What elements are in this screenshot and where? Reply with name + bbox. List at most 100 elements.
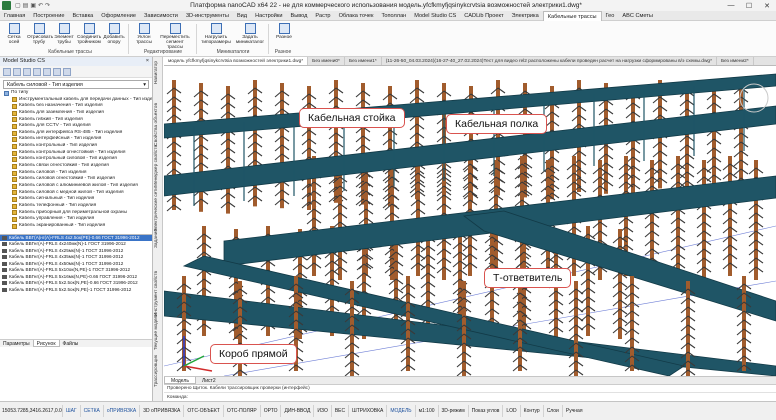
- menu-tab[interactable]: CADLib Проект: [460, 11, 507, 21]
- category-select[interactable]: Кабель силовой - Тип изделия ▾: [3, 80, 149, 89]
- document-tab[interactable]: Без имени0*: [308, 57, 345, 65]
- vertical-tab[interactable]: Трассировщик: [154, 355, 159, 387]
- undo-icon[interactable]: ↶: [38, 2, 43, 9]
- menu-tab[interactable]: Тополлан: [377, 11, 410, 21]
- status-toggle[interactable]: Контур: [519, 405, 543, 417]
- toolbar-delete-icon[interactable]: [43, 68, 51, 76]
- toolbar-filter-icon[interactable]: [13, 68, 21, 76]
- document-tab[interactable]: Без имени2*: [717, 57, 754, 65]
- status-toggle[interactable]: ВЕС: [330, 405, 348, 417]
- draw-route-button[interactable]: Отрисовать трубу: [27, 23, 53, 47]
- toolbar-tree-icon[interactable]: [3, 68, 11, 76]
- tree-item[interactable]: Кабель контрольный - Тип изделия: [0, 143, 152, 150]
- vertical-tab[interactable]: Электрические сети: [154, 187, 159, 232]
- vertical-tab[interactable]: Навигатор: [154, 61, 159, 84]
- route-slope-button[interactable]: Уклон трассы: [132, 23, 156, 47]
- menu-tab[interactable]: Вставка: [68, 11, 97, 21]
- maximize-button[interactable]: ☐: [740, 2, 758, 10]
- status-toggle[interactable]: 3D-режим: [437, 405, 468, 417]
- tree-item[interactable]: Кабель управления - Тип изделия: [0, 216, 152, 223]
- status-toggle[interactable]: 3D оПРИВЯЗКА: [139, 405, 183, 417]
- menu-tab[interactable]: Главная: [0, 11, 29, 21]
- document-tab[interactable]: модель yfcfkmyfjqsinykcrvtsia возможност…: [164, 57, 309, 65]
- document-tab[interactable]: Без имени1*: [345, 57, 382, 65]
- tree-item[interactable]: По типу: [0, 90, 152, 97]
- toolbar-search-icon[interactable]: [53, 68, 61, 76]
- tree-item[interactable]: Кабель гибкий - Тип изделия: [0, 117, 152, 124]
- menu-tab[interactable]: Гео: [602, 11, 619, 21]
- menu-tab[interactable]: Вид: [233, 11, 251, 21]
- close-panel-icon[interactable]: ×: [146, 57, 149, 66]
- open-file-icon[interactable]: ▤: [23, 2, 29, 9]
- status-toggle[interactable]: ШАГ: [62, 405, 80, 417]
- misc-button[interactable]: Разное: [272, 23, 296, 47]
- menu-tab[interactable]: Model Studio CS: [410, 11, 460, 21]
- status-toggle[interactable]: МОДЕЛЬ: [386, 405, 414, 417]
- tree-item[interactable]: Инструментальный кабель для передачи дан…: [0, 97, 152, 104]
- status-toggle[interactable]: ОТС-ПОЛЯР: [222, 405, 260, 417]
- cable-tray-scene[interactable]: [164, 66, 776, 376]
- minimize-button[interactable]: —: [722, 2, 740, 10]
- menu-tab[interactable]: Электрика: [508, 11, 543, 21]
- panel-tab[interactable]: Файлы: [60, 340, 82, 347]
- status-toggle[interactable]: м1:100: [414, 405, 438, 417]
- status-toggle[interactable]: оПРИВЯЗКА: [102, 405, 139, 417]
- menu-tab[interactable]: 3D-инструменты: [182, 11, 233, 21]
- tree-item[interactable]: Кабель экранированный - Тип изделия: [0, 223, 152, 230]
- toolbar-add-icon[interactable]: [23, 68, 31, 76]
- document-tab[interactable]: (11-26-50_04.03.2024)(16-27-40_27.02.202…: [382, 57, 717, 65]
- toolbar-settings-icon[interactable]: [63, 68, 71, 76]
- menu-tab[interactable]: Растр: [311, 11, 334, 21]
- layout-tab[interactable]: Лист2: [196, 377, 222, 384]
- new-file-icon[interactable]: ▢: [15, 2, 21, 9]
- menu-tab[interactable]: Кабельные трассы: [542, 10, 602, 21]
- status-toggle[interactable]: ОРТО: [259, 405, 281, 417]
- move-segment-button[interactable]: Переместить сегмент трассы: [158, 23, 192, 50]
- status-toggle[interactable]: ШТРИХОВКА: [348, 405, 386, 417]
- vertical-tab[interactable]: Менеджер свойств: [154, 145, 159, 187]
- status-toggle[interactable]: ИЗО: [313, 405, 330, 417]
- menu-tab[interactable]: Построение: [29, 11, 68, 21]
- close-button[interactable]: ✕: [758, 2, 776, 10]
- status-toggle[interactable]: Ручная: [561, 405, 586, 417]
- tree-item[interactable]: Кабель силовой с алюминиевой жилой - Тип…: [0, 183, 152, 190]
- tee-connect-button[interactable]: Соединить тройником: [77, 23, 101, 47]
- tree-item[interactable]: Кабель для заземления - Тип изделия: [0, 110, 152, 117]
- menu-tab[interactable]: Настройки: [251, 11, 286, 21]
- tree-item[interactable]: Кабель силовой с медной жилой - Тип изде…: [0, 190, 152, 197]
- tree-item[interactable]: Кабель контрольный силовой - Тип изделия: [0, 156, 152, 163]
- tree-item[interactable]: Кабель без назначения - Тип изделия: [0, 103, 152, 110]
- axis-grid-button[interactable]: Сетка осей: [2, 23, 26, 47]
- menu-tab[interactable]: Вывод: [287, 11, 312, 21]
- tree-item[interactable]: Кабель для CCTV - Тип изделия: [0, 123, 152, 130]
- add-support-button[interactable]: Добавить опору: [102, 23, 126, 47]
- menu-tab[interactable]: Оформление: [97, 11, 140, 21]
- layout-tab[interactable]: Модель: [164, 377, 196, 384]
- vertical-tab[interactable]: Свойства объектов: [154, 103, 159, 146]
- cable-list-item[interactable]: Кабель ВВГнг(А)-FRLS 5x2.5ок(N,PE)-1 ГОС…: [0, 287, 152, 294]
- status-toggle[interactable]: СЕТКА: [79, 405, 103, 417]
- status-toggle[interactable]: ОТС-ОБЪЕКТ: [183, 405, 222, 417]
- menu-tab[interactable]: Облака точек: [335, 11, 378, 21]
- tree-item[interactable]: Кабель сигнальный - Тип изделия: [0, 196, 152, 203]
- route-element-button[interactable]: Элемент трубы: [52, 23, 76, 47]
- status-toggle[interactable]: Показ углов: [467, 405, 503, 417]
- tree-item[interactable]: Кабель контрольный огнестойкий - Тип изд…: [0, 150, 152, 157]
- tree-item[interactable]: Кабель для интерфейса RS-485 - Тип издел…: [0, 130, 152, 137]
- tree-item[interactable]: Кабель силовой огнестойкий - Тип изделия: [0, 176, 152, 183]
- save-icon[interactable]: ▣: [30, 2, 36, 9]
- vertical-tab[interactable]: Задание: [154, 229, 159, 248]
- status-toggle[interactable]: LOD: [502, 405, 519, 417]
- load-sizes-button[interactable]: Нагрузить типоразмеры: [200, 23, 232, 47]
- 3d-viewport[interactable]: Кабельная стойка Кабельная полка Т-ответ…: [164, 66, 776, 376]
- tree-item[interactable]: Кабель приборный для периметральной охра…: [0, 210, 152, 217]
- toolbar-edit-icon[interactable]: [33, 68, 41, 76]
- set-minicatalog-button[interactable]: Задать миникаталог: [234, 23, 266, 47]
- vertical-tab[interactable]: Инструмент свойств: [154, 271, 159, 316]
- vertical-tab[interactable]: Текущие модели: [154, 313, 159, 350]
- status-toggle[interactable]: Слои: [542, 405, 562, 417]
- panel-tab[interactable]: Параметры: [0, 340, 33, 347]
- tree-item[interactable]: Кабель телефонный - Тип изделия: [0, 203, 152, 210]
- command-line[interactable]: Проверено Щиток. Кабели трассировщик про…: [164, 384, 776, 401]
- tree-item[interactable]: Кабель связи огнестойкий - Тип изделия: [0, 163, 152, 170]
